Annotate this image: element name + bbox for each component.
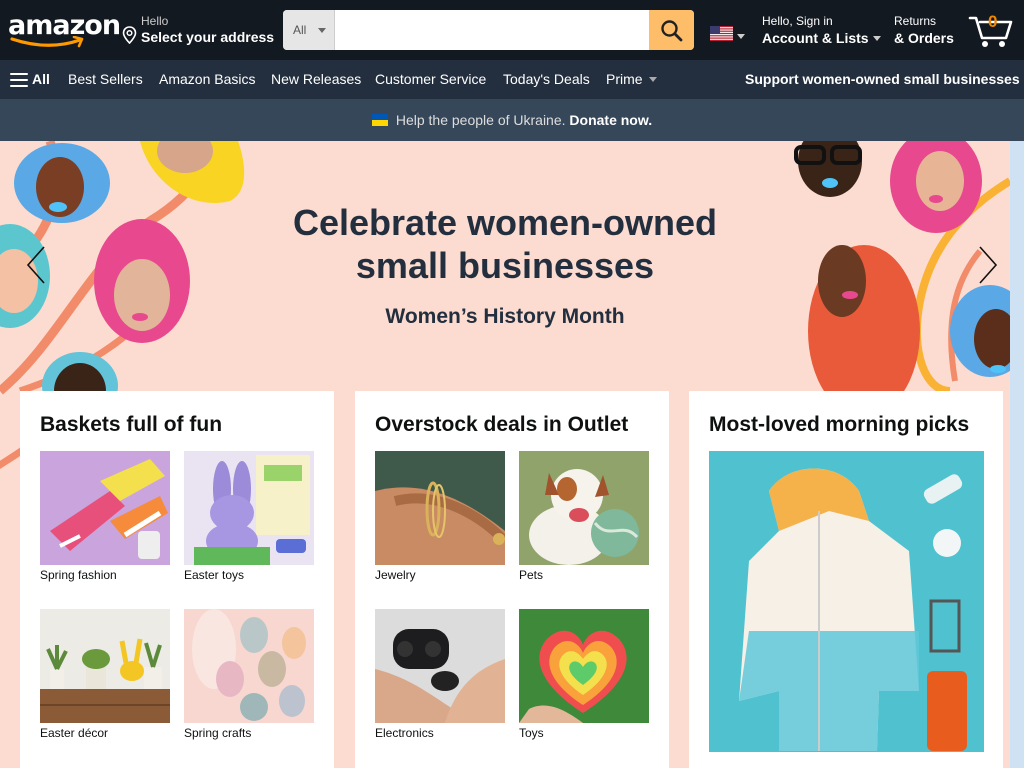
tile-easter-decor[interactable]: Easter décor	[40, 609, 170, 740]
tile-pets[interactable]: Pets	[519, 451, 649, 582]
easter-toys-image	[184, 451, 314, 565]
card-overstock-outlet: Overstock deals in Outlet Jewelry Pets E…	[355, 391, 669, 768]
nav-promo-link[interactable]: Support women-owned small businesses	[745, 71, 1020, 87]
search-input[interactable]	[335, 10, 649, 50]
nav-todays-deals[interactable]: Today's Deals	[503, 71, 590, 87]
account-label-row: Account & Lists	[762, 30, 881, 46]
tile-caption: Easter décor	[40, 726, 109, 740]
account-label: Account & Lists	[762, 30, 869, 46]
card-title[interactable]: Overstock deals in Outlet	[375, 411, 649, 439]
search-button[interactable]	[649, 10, 694, 50]
sub-nav: All Best Sellers Amazon Basics New Relea…	[0, 60, 1024, 99]
tile-jewelry[interactable]: Jewelry	[375, 451, 505, 582]
tile-caption: Easter toys	[184, 568, 245, 582]
tile-caption: Pets	[519, 568, 544, 582]
location-pin-icon	[122, 26, 137, 44]
tile-spring-crafts[interactable]: Spring crafts	[184, 609, 314, 740]
carousel-prev-arrow-icon[interactable]	[24, 245, 48, 285]
search-bar: All	[283, 10, 694, 50]
tile-caption: Toys	[519, 726, 544, 740]
spring-fashion-image	[40, 451, 170, 565]
nav-prime[interactable]: Prime	[606, 71, 657, 87]
cart-button[interactable]: 0	[968, 10, 1014, 50]
next-slide-peek	[1010, 141, 1024, 768]
card-title[interactable]: Baskets full of fun	[40, 411, 314, 439]
nav-amazon-basics[interactable]: Amazon Basics	[159, 71, 255, 87]
morning-picks-image[interactable]	[709, 451, 984, 752]
hero-title[interactable]: Celebrate women-owned small businesses	[230, 201, 780, 287]
tile-caption: Electronics	[375, 726, 434, 740]
top-nav: amazon Hello Select your address All Hel…	[0, 0, 1024, 60]
account-greeting: Hello, Sign in	[762, 14, 833, 28]
us-flag-icon[interactable]	[710, 26, 733, 41]
nav-all[interactable]: All	[32, 71, 50, 87]
address-label: Select your address	[141, 29, 275, 45]
nav-new-releases[interactable]: New Releases	[271, 71, 361, 87]
tile-electronics[interactable]: Electronics	[375, 609, 505, 740]
tile-caption: Spring fashion	[40, 568, 117, 582]
card-baskets-full-of-fun: Baskets full of fun Spring fashion Easte…	[20, 391, 334, 768]
ukraine-banner: Help the people of Ukraine. Donate now.	[0, 99, 1024, 141]
account-lists[interactable]: Hello, Sign in Account & Lists	[762, 14, 881, 46]
caret-down-icon	[648, 77, 657, 82]
logo-smile-icon	[10, 36, 84, 48]
tile-toys[interactable]: Toys	[519, 609, 649, 740]
pets-image	[519, 451, 649, 565]
tile-caption: Jewelry	[375, 568, 416, 582]
card-morning-picks: Most-loved morning picks	[689, 391, 1003, 768]
tile-easter-toys[interactable]: Easter toys	[184, 451, 314, 582]
search-icon	[661, 20, 683, 42]
address-greeting: Hello	[141, 14, 169, 28]
toys-image	[519, 609, 649, 723]
returns-label: Returns	[894, 14, 937, 28]
nav-best-sellers[interactable]: Best Sellers	[68, 71, 143, 87]
orders-label: & Orders	[894, 30, 954, 46]
card-title[interactable]: Most-loved morning picks	[709, 411, 983, 439]
language-caret-icon[interactable]	[737, 34, 745, 39]
hero-title-line2: small businesses	[355, 245, 655, 286]
returns-orders[interactable]: Returns & Orders	[894, 14, 954, 46]
tile-caption: Spring crafts	[184, 726, 252, 740]
cart-count: 0	[988, 12, 998, 31]
nav-customer-service[interactable]: Customer Service	[375, 71, 486, 87]
jewelry-image	[375, 451, 505, 565]
caret-down-icon	[318, 28, 326, 33]
electronics-image	[375, 609, 505, 723]
amazon-logo[interactable]: amazon	[8, 12, 121, 50]
search-category-label: All	[293, 23, 307, 37]
hamburger-menu-icon[interactable]	[10, 73, 28, 87]
spring-crafts-image	[184, 609, 314, 723]
banner-text: Help the people of Ukraine.	[395, 112, 566, 128]
ukraine-flag-icon	[371, 114, 388, 126]
caret-down-icon	[872, 36, 881, 41]
hero-subtitle: Women’s History Month	[385, 305, 625, 328]
easter-decor-image	[40, 609, 170, 723]
hero-title-line1: Celebrate women-owned	[292, 202, 718, 243]
search-category-dropdown[interactable]: All	[283, 10, 335, 50]
donate-link[interactable]: Donate now.	[569, 112, 652, 128]
tile-spring-fashion[interactable]: Spring fashion	[40, 451, 170, 582]
nav-prime-label: Prime	[606, 71, 643, 87]
carousel-next-arrow-icon[interactable]	[976, 245, 1000, 285]
